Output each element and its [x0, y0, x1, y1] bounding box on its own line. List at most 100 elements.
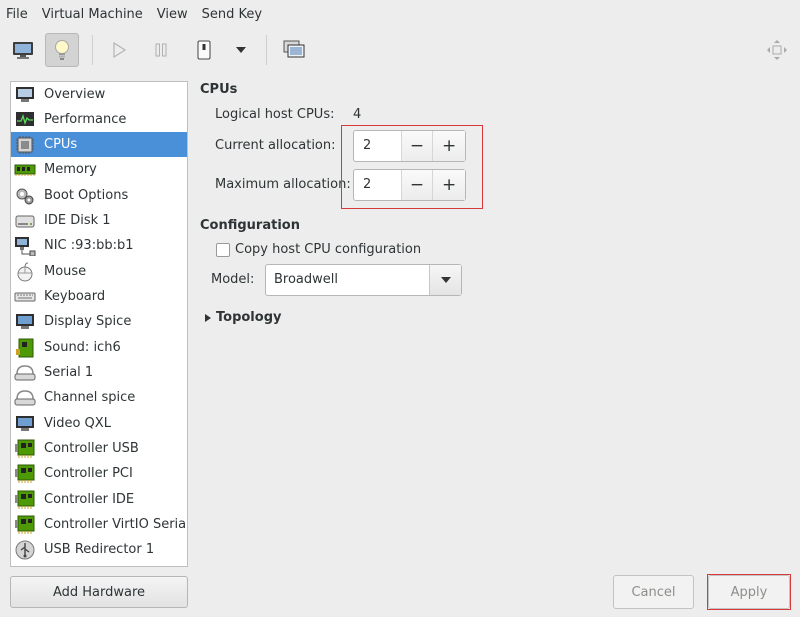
sidebar-item-label: Display Spice: [44, 314, 132, 329]
performance-icon: [14, 109, 36, 131]
snapshot-icon: [283, 40, 305, 58]
sidebar-item-label: Controller PCI: [44, 466, 133, 481]
model-value: Broadwell: [274, 272, 339, 287]
toolbar: [0, 29, 800, 71]
sidebar-item-overview[interactable]: Overview: [11, 82, 187, 107]
sidebar-item-label: Performance: [44, 112, 127, 127]
sidebar-item-controller-virtio-serial[interactable]: Controller VirtIO Serial: [11, 512, 187, 537]
sidebar-item-controller-pci[interactable]: Controller PCI: [11, 461, 187, 486]
sidebar-item-boot-options[interactable]: Boot Options: [11, 183, 187, 208]
sidebar-item-label: Serial 1: [44, 365, 94, 380]
model-combobox[interactable]: Broadwell: [265, 264, 462, 296]
sidebar-item-nic[interactable]: NIC :93:bb:b1: [11, 233, 187, 258]
pause-icon: [155, 43, 167, 57]
sidebar-item-performance[interactable]: Performance: [11, 107, 187, 132]
controller-icon: [14, 489, 36, 511]
monitor-icon: [13, 42, 33, 59]
copy-host-cpu-label: Copy host CPU configuration: [235, 242, 422, 257]
shutdown-menu-button[interactable]: [224, 33, 258, 67]
pause-button[interactable]: [144, 33, 178, 67]
sidebar-item-channel-spice[interactable]: Channel spice: [11, 385, 187, 410]
sidebar-item-display-spice[interactable]: Display Spice: [11, 309, 187, 334]
boot-icon: [14, 185, 36, 207]
sidebar-item-label: USB Redirector 1: [44, 542, 155, 557]
add-hardware-button[interactable]: Add Hardware: [10, 576, 188, 608]
sidebar-item-label: Boot Options: [44, 188, 129, 203]
menu-view[interactable]: View: [150, 0, 195, 29]
sidebar-item-memory[interactable]: Memory: [11, 157, 187, 182]
sidebar-item-label: Memory: [44, 162, 97, 177]
topology-label: Topology: [216, 310, 282, 325]
cancel-button[interactable]: Cancel: [613, 575, 694, 609]
highlight-box-allocation: [341, 125, 483, 209]
highlight-box-apply: [707, 574, 791, 610]
sidebar-item-sound[interactable]: Sound: ich6: [11, 335, 187, 360]
sidebar-item-mouse[interactable]: Mouse: [11, 259, 187, 284]
current-allocation-label: Current allocation:: [215, 138, 336, 153]
controller-icon: [14, 514, 36, 536]
video-icon: [14, 413, 36, 435]
serial-icon: [14, 362, 36, 384]
run-button[interactable]: [102, 33, 136, 67]
topology-expander[interactable]: Topology: [204, 310, 281, 325]
model-label: Model:: [211, 272, 255, 287]
snapshots-button[interactable]: [277, 33, 311, 67]
cpu-icon: [14, 134, 36, 156]
maximum-allocation-label: Maximum allocation:: [215, 177, 351, 192]
dropdown-arrow-icon: [236, 47, 246, 53]
model-dropdown-button[interactable]: [429, 265, 461, 295]
keyboard-icon: [14, 286, 36, 308]
play-icon: [113, 42, 126, 58]
fullscreen-icon: [767, 40, 787, 60]
sidebar-item-controller-usb[interactable]: Controller USB: [11, 436, 187, 461]
chevron-down-icon: [440, 277, 451, 283]
sidebar-item-label: Controller VirtIO Serial: [44, 517, 188, 532]
disk-icon: [14, 210, 36, 232]
cpus-section-title: CPUs: [200, 82, 238, 97]
controller-icon: [14, 463, 36, 485]
chevron-right-icon: [205, 313, 211, 322]
logical-cpus-value: 4: [353, 107, 362, 122]
copy-host-cpu-checkbox[interactable]: [216, 243, 230, 257]
details-button[interactable]: [45, 33, 79, 67]
sidebar-item-keyboard[interactable]: Keyboard: [11, 284, 187, 309]
sidebar-item-label: Video QXL: [44, 416, 111, 431]
sound-icon: [14, 337, 36, 359]
sidebar-item-label: Controller USB: [44, 441, 139, 456]
sidebar-item-label: Overview: [44, 87, 106, 102]
channel-icon: [14, 387, 36, 409]
menu-send-key[interactable]: Send Key: [195, 0, 269, 29]
sidebar-item-label: Mouse: [44, 264, 87, 279]
console-button[interactable]: [6, 33, 40, 67]
sidebar-item-label: Channel spice: [44, 390, 136, 405]
nic-icon: [14, 235, 36, 257]
sidebar-item-label: NIC :93:bb:b1: [44, 238, 134, 253]
toolbar-separator: [266, 35, 267, 65]
lightbulb-icon: [55, 40, 69, 60]
sidebar-item-label: Controller IDE: [44, 492, 135, 507]
sidebar-item-label: CPUs: [44, 137, 78, 152]
sidebar-item-controller-ide[interactable]: Controller IDE: [11, 487, 187, 512]
sidebar-item-ide-disk[interactable]: IDE Disk 1: [11, 208, 187, 233]
sidebar-item-serial[interactable]: Serial 1: [11, 360, 187, 385]
mouse-icon: [14, 261, 36, 283]
sidebar-item-cpus[interactable]: CPUs: [11, 132, 187, 157]
sidebar-item-label: Keyboard: [44, 289, 106, 304]
toolbar-separator: [92, 35, 93, 65]
shutdown-button[interactable]: [187, 33, 221, 67]
controller-icon: [14, 438, 36, 460]
configuration-section-title: Configuration: [200, 218, 300, 233]
sidebar-item-video-qxl[interactable]: Video QXL: [11, 411, 187, 436]
sidebar-item-label: Sound: ich6: [44, 340, 121, 355]
power-icon: [197, 40, 211, 60]
logical-cpus-label: Logical host CPUs:: [215, 107, 335, 122]
menu-bar: File Virtual Machine View Send Key: [0, 0, 800, 29]
usb-icon: [14, 539, 36, 561]
menu-file[interactable]: File: [0, 0, 35, 29]
sidebar-item-usb-redirector[interactable]: USB Redirector 1: [11, 537, 187, 562]
menu-virtual-machine[interactable]: Virtual Machine: [35, 0, 150, 29]
fullscreen-button[interactable]: [760, 33, 794, 67]
hardware-list: Overview Performance CPUs Memory Boot Op…: [10, 81, 188, 567]
memory-icon: [14, 159, 36, 181]
display-icon: [14, 311, 36, 333]
